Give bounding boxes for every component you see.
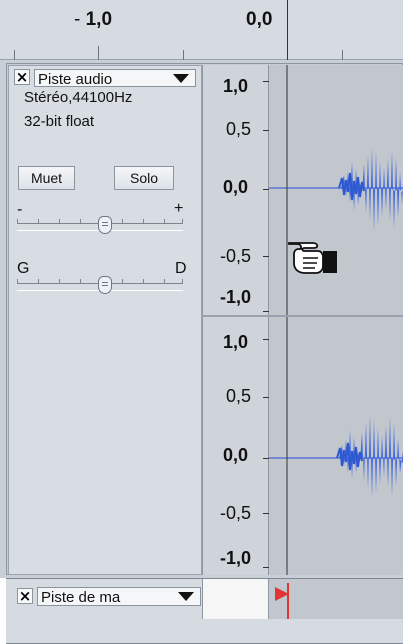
track-format-label: Stéréo,44100Hz [24, 89, 133, 106]
gain-slider-tick [80, 219, 81, 224]
gain-slider-tick [164, 219, 165, 224]
left-margin [0, 578, 6, 644]
ruler-label-negative: - 1,0 [74, 9, 112, 31]
mute-button[interactable]: Muet [18, 166, 75, 190]
pan-slider-knob[interactable] [98, 276, 112, 294]
channel-1-scale-bottom: -1,0 [220, 287, 252, 307]
ruler-tick-major [98, 46, 99, 60]
pan-slider-tick [59, 279, 60, 284]
hand-pointer-icon[interactable] [287, 236, 342, 276]
gain-slider-tick [38, 219, 39, 224]
ruler-zero-line [287, 0, 288, 60]
channel-2-scale-upper-mid: 0,5 [226, 386, 252, 406]
channel-1-scale-upper-mid: 0,5 [226, 119, 252, 139]
time-ruler[interactable]: - 1,0 0,0 [0, 0, 403, 60]
channel-1-scale: 1,0 0,5 0,0 -0,5 -1,0 [202, 65, 270, 315]
label-track-name-menu[interactable]: Piste de ma [37, 587, 201, 606]
close-icon[interactable]: × [14, 69, 30, 85]
hand-pointer-svg [288, 242, 337, 274]
pan-slider-tick [164, 279, 165, 284]
pan-slider-tick [182, 279, 183, 284]
pan-slider-tick [17, 279, 18, 284]
channel-1-waveform [269, 65, 403, 315]
channel-2-wave-area[interactable] [269, 317, 403, 575]
gain-slider-tick [122, 219, 123, 224]
channel-2-waveform [269, 317, 403, 575]
track-bitdepth-label: 32-bit float [24, 113, 95, 130]
gain-max-label: + [174, 200, 184, 217]
label-track-chevron-down-icon [178, 592, 194, 601]
gain-slider-tick [143, 219, 144, 224]
channel-2-scale-center: 0,0 [223, 445, 249, 465]
ruler-tick-minor [183, 50, 184, 60]
channel-1-scale-top: 1,0 [223, 76, 249, 96]
ruler-negative-value: 1,0 [85, 9, 113, 30]
solo-button[interactable]: Solo [114, 166, 174, 190]
pan-slider-tick [38, 279, 39, 284]
ruler-negative-prefix: - [74, 9, 86, 30]
label-track-empty-scale [202, 579, 269, 619]
ruler-label-zero: 0,0 [246, 9, 272, 31]
label-track-close-icon[interactable]: × [17, 588, 33, 604]
channel-2-scale-bottom: -1,0 [220, 548, 252, 568]
channel-1-wave-area[interactable] [269, 65, 403, 315]
ruler-tick-minor [342, 50, 343, 60]
channel-1-scale-center: 0,0 [223, 177, 249, 197]
track-name-label: Piste audio [38, 71, 113, 88]
pan-slider-tick [143, 279, 144, 284]
gain-slider-knob[interactable] [98, 216, 112, 234]
chevron-down-icon [173, 74, 189, 83]
channel-2-scale-lower-mid: -0,5 [220, 503, 252, 523]
channel-2-scale-top: 1,0 [223, 332, 249, 352]
channel-1-scale-lower-mid: -0,5 [220, 246, 252, 266]
track-name-menu[interactable]: Piste audio [34, 69, 196, 88]
gain-slider-tick [59, 219, 60, 224]
pan-right-label: D [175, 260, 187, 277]
gain-min-label: - [17, 201, 23, 218]
pan-left-label: G [17, 260, 30, 277]
label-marker-icon[interactable] [275, 587, 289, 601]
label-track-area[interactable] [269, 579, 403, 619]
audacity-track-view: - 1,0 0,0 × Piste audio Stéréo,44100Hz 3… [0, 0, 403, 644]
ruler-zero-value: 0,0 [246, 9, 273, 30]
ruler-tick-major [14, 50, 15, 60]
label-track-name-label: Piste de ma [41, 589, 121, 606]
label-track: × Piste de ma [6, 578, 403, 644]
track-control-panel: × Piste audio Stéréo,44100Hz 32-bit floa… [8, 65, 202, 575]
pan-slider-tick [122, 279, 123, 284]
pan-slider-tick [80, 279, 81, 284]
gain-slider-tick [182, 219, 183, 224]
gain-slider-tick [17, 219, 18, 224]
channel-2-scale: 1,0 0,5 0,0 -0,5 -1,0 [202, 317, 270, 575]
